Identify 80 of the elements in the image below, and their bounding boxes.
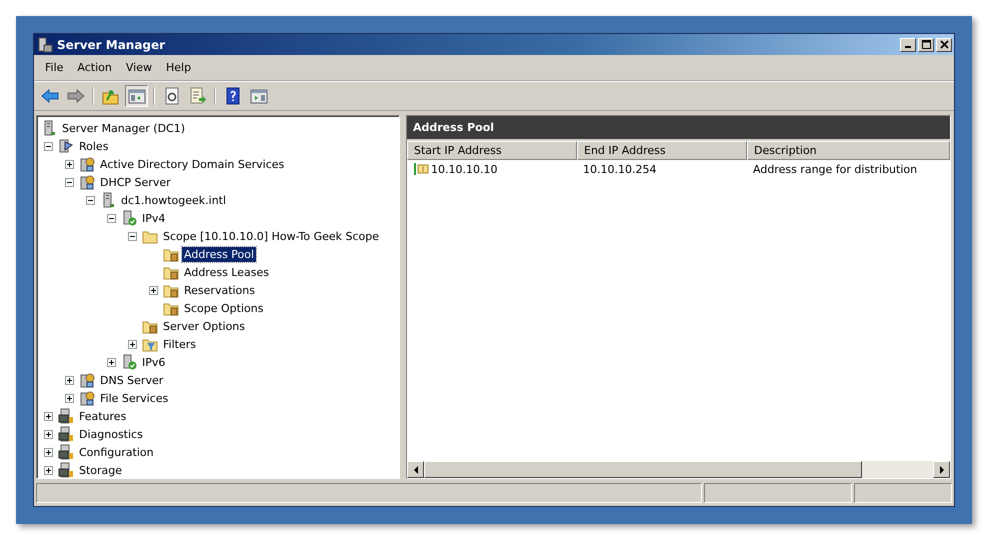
tree-item[interactable]: Configuration — [77, 444, 156, 460]
toolbar-button[interactable] — [125, 85, 148, 107]
menu-item[interactable]: File — [38, 59, 70, 76]
expand-icon[interactable] — [44, 412, 53, 420]
maximize-button[interactable] — [918, 38, 934, 52]
toolbar-icon — [128, 87, 146, 105]
tree-item[interactable]: Server Manager (DC1) — [60, 120, 188, 136]
toolbar-icon — [102, 87, 120, 105]
tree-item[interactable]: Address Leases — [182, 264, 271, 280]
tree-item[interactable]: Roles — [77, 138, 110, 154]
address-range-icon — [413, 162, 429, 176]
table-cell: Address range for distribution — [753, 162, 918, 176]
expand-icon[interactable] — [44, 430, 53, 438]
collapse-icon[interactable] — [86, 196, 95, 204]
window-title: Server Manager — [57, 38, 166, 52]
tree-node-icon — [79, 390, 95, 406]
tree-node-icon — [58, 462, 74, 478]
close-icon — [940, 40, 948, 49]
tree-item[interactable]: Scope [10.10.10.0] How-To Geek Scope — [161, 228, 382, 244]
column-header[interactable]: Description — [747, 141, 950, 160]
tree-item[interactable]: Reservations — [182, 282, 257, 298]
tree-node-icon — [58, 444, 74, 460]
tree-item[interactable]: File Services — [98, 390, 170, 406]
collapse-icon[interactable] — [107, 214, 116, 222]
tree-item[interactable]: Active Directory Domain Services — [98, 156, 286, 172]
menu-item[interactable]: Help — [158, 59, 198, 76]
toolbar-icon — [250, 87, 268, 105]
toolbar-icon — [224, 87, 242, 105]
expand-icon[interactable] — [65, 376, 74, 384]
tree-item[interactable]: Storage — [77, 462, 124, 478]
tree-item[interactable]: DHCP Server — [98, 174, 173, 190]
tree-node-icon — [58, 426, 74, 442]
expand-icon[interactable] — [44, 448, 53, 456]
maximize-icon — [922, 40, 930, 49]
expand-icon[interactable] — [128, 340, 137, 348]
tree-node-icon — [58, 408, 74, 424]
toolbar-icon — [162, 87, 180, 105]
collapse-icon[interactable] — [65, 178, 74, 186]
scroll-left-button[interactable] — [407, 461, 424, 478]
tree-item[interactable]: IPv6 — [140, 354, 168, 370]
tree-item[interactable]: Diagnostics — [77, 426, 145, 442]
tree-node-icon — [79, 174, 95, 190]
horizontal-scrollbar[interactable] — [407, 461, 950, 478]
tree-item[interactable]: dc1.howtogeek.intl — [119, 192, 228, 208]
column-header[interactable]: Start IP Address — [407, 141, 577, 160]
tree-node-icon — [121, 210, 137, 226]
collapse-icon[interactable] — [128, 232, 137, 240]
table-cell: 10.10.10.10 — [431, 162, 498, 176]
tree-item[interactable]: Scope Options — [182, 300, 266, 316]
column-header[interactable]: End IP Address — [577, 141, 747, 160]
tree-item[interactable]: Filters — [161, 336, 198, 352]
tree-item[interactable]: Features — [77, 408, 128, 424]
expand-icon[interactable] — [149, 286, 158, 294]
pane-title: Address Pool — [407, 116, 950, 141]
tree-item[interactable]: DNS Server — [98, 372, 166, 388]
collapse-icon[interactable] — [44, 142, 53, 150]
tree-item[interactable]: Address Pool — [182, 246, 256, 262]
table-cell: 10.10.10.254 — [583, 162, 656, 176]
tree-node-icon — [79, 372, 95, 388]
minimize-button[interactable] — [900, 38, 916, 52]
menu-item[interactable]: Action — [70, 59, 119, 76]
toolbar-icon — [66, 87, 84, 105]
toolbar-icon — [188, 87, 206, 105]
left-arrow-icon — [412, 466, 418, 474]
tree-node-icon — [79, 156, 95, 172]
tree-item[interactable]: IPv4 — [140, 210, 168, 226]
scroll-right-button[interactable] — [933, 461, 950, 478]
toolbar-icon — [40, 87, 58, 105]
right-arrow-icon — [938, 466, 944, 474]
scroll-thumb[interactable] — [424, 461, 862, 478]
expand-icon[interactable] — [65, 160, 74, 168]
expand-icon[interactable] — [65, 394, 74, 402]
expand-icon[interactable] — [107, 358, 116, 366]
close-button[interactable] — [936, 38, 952, 52]
expand-icon[interactable] — [44, 466, 53, 474]
menu-item[interactable]: View — [118, 59, 159, 76]
server-icon — [37, 36, 53, 52]
tree-node-icon — [121, 354, 137, 370]
tree-node-icon — [58, 138, 74, 154]
tree-item[interactable]: Server Options — [161, 318, 248, 334]
